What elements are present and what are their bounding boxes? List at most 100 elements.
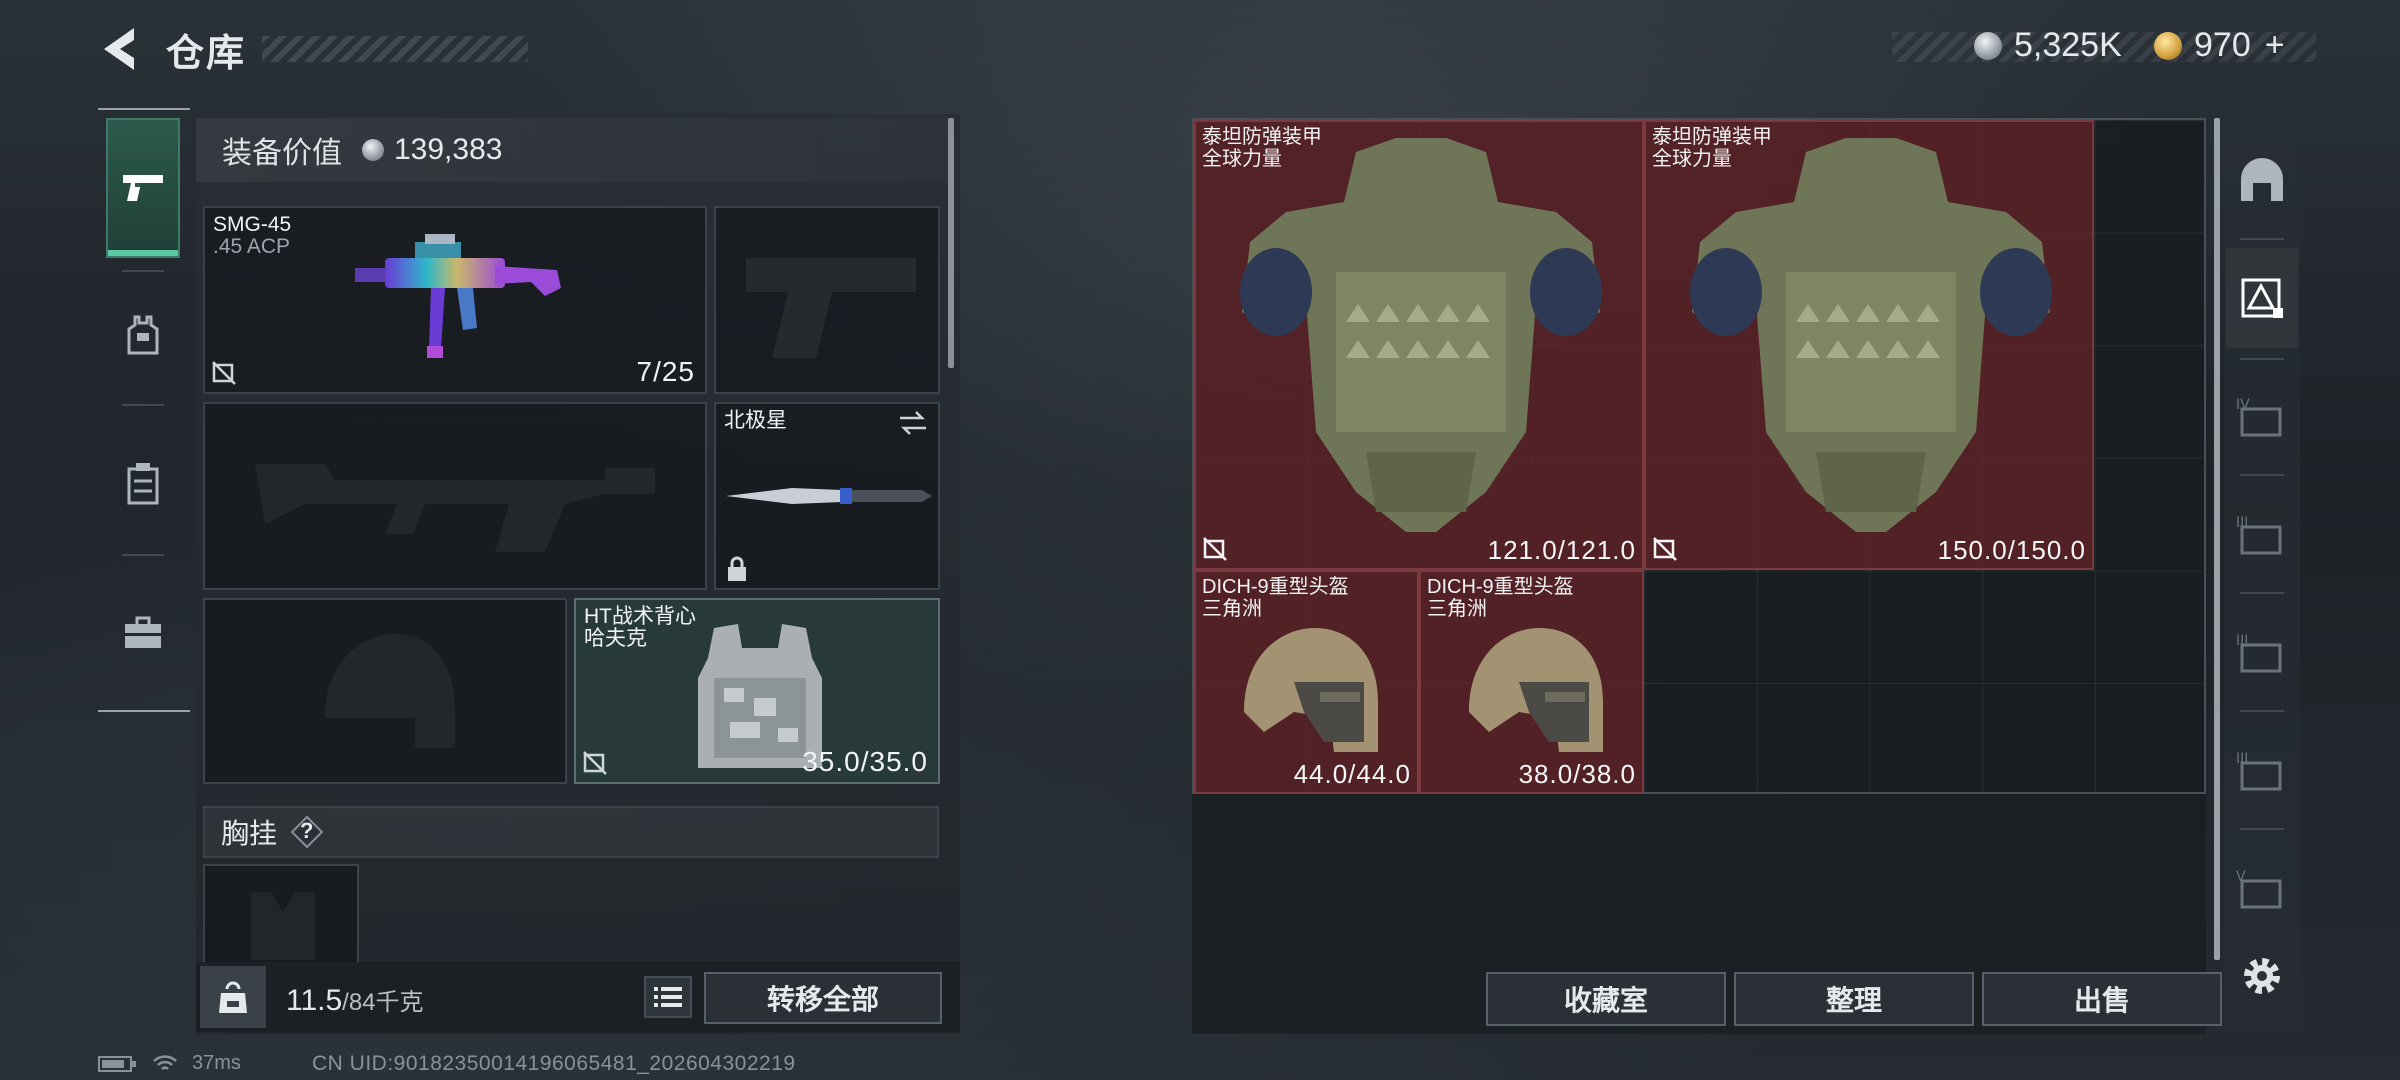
nav-tab-case[interactable] xyxy=(106,580,180,686)
stash-tab-armor[interactable] xyxy=(2226,248,2298,348)
item-durability: 150.0/150.0 xyxy=(1937,535,2086,565)
tab-divider xyxy=(2240,828,2284,830)
chest-rig-slot-empty[interactable] xyxy=(203,864,359,964)
weapon-ammo-type: .45 ACP xyxy=(213,235,291,258)
user-uid: CN UID:9018235001419606548​1_20260430221… xyxy=(312,1052,796,1075)
heavy-helmet-icon xyxy=(1244,628,1378,752)
body-armor-icon xyxy=(1690,138,2052,532)
equipment-value-label: 装备价值 xyxy=(222,137,342,170)
tier-iii-case-icon: III xyxy=(2236,751,2282,791)
currency-gold-add[interactable]: + xyxy=(2265,26,2285,65)
gear-icon xyxy=(2244,958,2280,994)
stash-tab-iv[interactable]: IV xyxy=(2226,366,2298,466)
stash-item-armor[interactable]: 泰坦防弹装甲 全球力量 121.0/121.0 xyxy=(1194,120,1644,570)
nav-divider xyxy=(122,554,164,556)
stash-tab-safehouse[interactable] xyxy=(2226,130,2298,230)
list-icon xyxy=(654,987,682,1007)
tier-iii-case-icon: III xyxy=(2236,515,2282,555)
chest-rig-header: 胸挂 ? xyxy=(203,806,939,858)
currency-gold-value: 970 xyxy=(2194,26,2251,64)
lock-icon xyxy=(728,556,746,581)
armor-vest-icon xyxy=(127,315,159,355)
rig-placeholder-icon xyxy=(251,892,315,960)
chest-rig-label: 胸挂 xyxy=(221,818,278,849)
not-insured-icon xyxy=(1653,537,1677,561)
list-view-button[interactable] xyxy=(644,976,692,1018)
primary-weapon-slot[interactable]: SMG-45 .45 ACP 7/25 xyxy=(203,206,707,394)
tab-divider xyxy=(2240,358,2284,360)
gold-coin-icon xyxy=(2154,31,2182,60)
battery-icon xyxy=(98,1055,136,1072)
knife-icon xyxy=(726,488,932,504)
vest-slot[interactable]: HT战术背心 哈夫克 35.0/35.0 xyxy=(574,598,940,784)
item-name: DICH-9重型头盔 xyxy=(1427,576,1574,598)
item-faction: 三角洲 xyxy=(1202,598,1262,620)
tier-v-case-icon: V xyxy=(2236,869,2282,909)
weight-indicator xyxy=(200,966,266,1028)
weight-value: 11.5/84千克 xyxy=(286,982,424,1018)
currency-gold[interactable]: 970 + xyxy=(2154,26,2285,65)
stash-item-helmet[interactable]: DICH-9重型头盔 三角洲 38.0/38.0 xyxy=(1419,570,1644,794)
stash-tab-v[interactable]: V xyxy=(2226,838,2298,938)
nav-top-divider xyxy=(98,108,190,110)
nav-divider xyxy=(122,270,164,272)
body-armor-icon xyxy=(1240,138,1602,532)
helmet-slot-empty[interactable] xyxy=(203,598,567,784)
equipment-value: 139,383 xyxy=(394,133,503,166)
weapon-ammo-count: 7/25 xyxy=(636,356,695,387)
chest-rig-icon xyxy=(127,463,159,505)
stash-item-helmet[interactable]: DICH-9重型头盔 三角洲 44.0/44.0 xyxy=(1194,570,1419,794)
weapon-name: SMG-45 xyxy=(213,213,292,236)
nav-tab-weapons[interactable] xyxy=(106,118,180,258)
not-insured-icon xyxy=(583,751,607,775)
wifi-icon xyxy=(153,1054,177,1070)
stash-scrollbar[interactable] xyxy=(2214,118,2220,960)
pistol-icon xyxy=(123,175,163,201)
back-arrow-icon xyxy=(104,28,134,70)
kettlebell-weight-icon xyxy=(219,981,247,1013)
item-durability: 121.0/121.0 xyxy=(1487,535,1636,565)
nav-divider xyxy=(122,404,164,406)
stash-item-armor[interactable]: 泰坦防弹装甲 全球力量 150.0/150.0 xyxy=(1644,120,2094,570)
vest-name: HT战术背心 xyxy=(584,605,696,628)
sort-button[interactable]: 整理 xyxy=(1734,972,1974,1026)
nav-tab-armor[interactable] xyxy=(106,282,180,388)
page-title: 仓库 xyxy=(166,33,247,75)
silver-coin-icon xyxy=(362,139,384,161)
nav-tab-rig[interactable] xyxy=(106,430,180,536)
tab-divider xyxy=(2240,238,2284,240)
back-button[interactable] xyxy=(100,24,144,74)
not-insured-icon xyxy=(1203,537,1227,561)
sell-button[interactable]: 出售 xyxy=(1982,972,2222,1026)
rifle-placeholder-icon xyxy=(255,464,655,552)
loadout-scrollbar[interactable] xyxy=(948,118,954,368)
collection-room-button[interactable]: 收藏室 xyxy=(1486,972,1726,1026)
armor-stash-icon xyxy=(2241,278,2283,318)
stash-tab-iii-b[interactable]: III xyxy=(2226,602,2298,702)
item-durability: 38.0/38.0 xyxy=(1518,759,1636,789)
weight-current: 11.5 xyxy=(286,984,343,1017)
transfer-all-button[interactable]: 转移全部 xyxy=(704,972,942,1024)
status-bar: 37ms xyxy=(98,1052,241,1075)
item-durability: 44.0/44.0 xyxy=(1293,759,1411,789)
tab-divider xyxy=(2240,474,2284,476)
settings-button[interactable] xyxy=(2238,952,2286,1000)
melee-slot[interactable]: 北极星 xyxy=(714,402,940,590)
heavy-helmet-icon xyxy=(1469,628,1603,752)
smg-icon xyxy=(355,234,561,358)
equipment-value-row: 装备价值 139,383 xyxy=(196,118,948,182)
tab-divider xyxy=(2240,592,2284,594)
currency-silver[interactable]: 5,325K xyxy=(1974,26,2122,65)
swap-icon[interactable] xyxy=(898,410,928,436)
help-button[interactable]: ? xyxy=(290,815,324,849)
briefcase-icon xyxy=(125,616,161,648)
stash-tab-iii-c[interactable]: III xyxy=(2226,720,2298,820)
tab-divider xyxy=(2240,710,2284,712)
pistol-slot-empty[interactable] xyxy=(714,206,940,394)
item-faction: 三角洲 xyxy=(1427,598,1487,620)
tier-iii-case-icon: III xyxy=(2236,633,2282,673)
stash-tab-iii-a[interactable]: III xyxy=(2226,484,2298,584)
helmet-placeholder-icon xyxy=(325,634,455,748)
ping-value: 37ms xyxy=(192,1052,241,1074)
secondary-weapon-slot-empty[interactable] xyxy=(203,402,707,590)
